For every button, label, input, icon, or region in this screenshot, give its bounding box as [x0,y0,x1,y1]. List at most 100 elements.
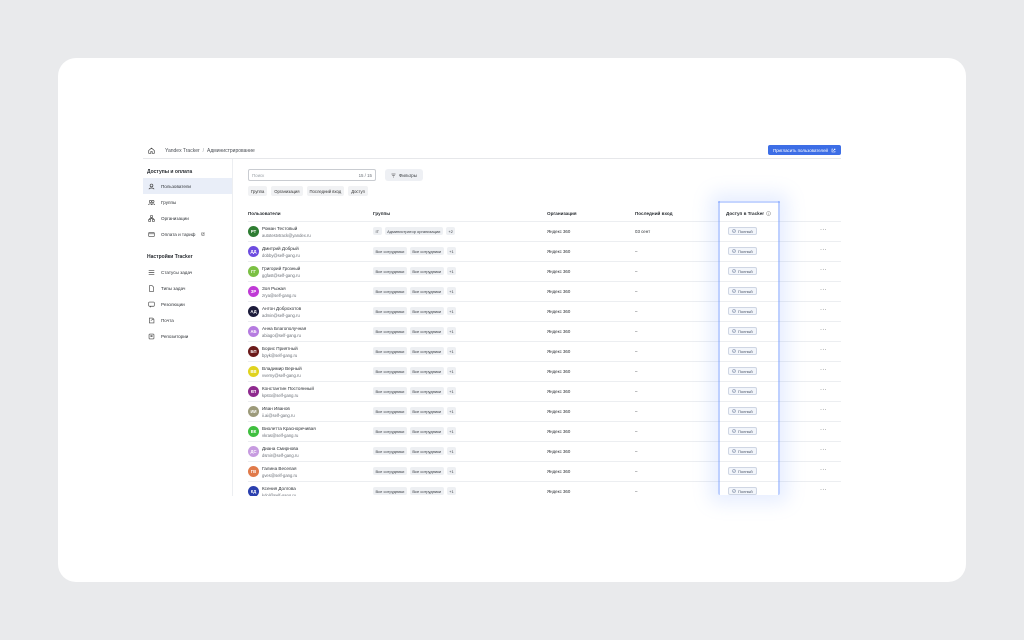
access-badge[interactable]: Полный [728,267,757,275]
group-tag[interactable]: Все сотрудники [373,287,407,295]
sidebar-item-repo[interactable]: Репозитории [143,328,232,344]
table-row[interactable]: ИИ Иван Иванов ii.ai@self-gang.ru Все сотру… [248,401,841,421]
group-tag[interactable]: +1 [446,327,457,335]
more-actions-icon[interactable]: ··· [820,407,827,413]
table-row[interactable]: ГГ Григорий Грозный ggfast@self-gang.ru Все… [248,261,841,281]
group-tag[interactable]: Все сотрудники [409,367,444,375]
user-name[interactable]: Константин Постоянный [262,386,314,391]
filter-chip[interactable]: Последний вход [306,186,345,196]
group-tag[interactable]: Все сотрудники [373,427,407,435]
table-row[interactable]: ВК Виолетта Красноречивая vkras@self-gang.… [248,421,841,441]
access-badge[interactable]: Полный [728,287,757,295]
group-tag[interactable]: Все сотрудники [373,347,407,355]
table-row[interactable]: АБ Анна Благополучная abiago@self-gang.ru В… [248,321,841,341]
group-tag[interactable]: +1 [446,427,457,435]
group-tag[interactable]: Все сотрудники [373,387,407,395]
table-row[interactable]: ГВ Галина Веселая gves@self-gang.ru Все сот… [248,461,841,481]
group-tag[interactable]: Все сотрудники [373,447,407,455]
access-badge[interactable]: Полный [728,447,757,455]
group-tag[interactable]: +1 [446,267,457,275]
user-name[interactable]: Роман Тестовый [262,226,297,231]
group-tag[interactable]: +1 [446,247,457,255]
group-tag[interactable]: Все сотрудники [409,267,444,275]
user-name[interactable]: Виолетта Красноречивая [262,426,316,431]
header-users[interactable]: Пользователи [248,211,281,216]
sidebar-item-flag[interactable]: Резолюции [143,296,232,312]
access-badge[interactable]: Полный [728,247,757,255]
group-tag[interactable]: Все сотрудники [409,387,444,395]
user-name[interactable]: Григорий Грозный [262,266,300,271]
table-row[interactable]: КД Ксения Долгова kdol@self-gang.ru Все сот… [248,481,841,496]
table-row[interactable]: БП Борис Приятный bpyk@self-gang.ru Все сот… [248,341,841,361]
access-badge[interactable]: Полный [728,327,757,335]
table-row[interactable]: ДД Дмитрий Добрый dobby@self-gang.ru Все со… [248,241,841,261]
table-row[interactable]: КП Константин Постоянный kpsto@self-gang.r… [248,381,841,401]
group-tag[interactable]: Все сотрудники [409,287,444,295]
user-name[interactable]: Диана Смирнова [262,446,298,451]
header-groups[interactable]: Группы [373,211,390,216]
group-tag[interactable]: +2 [445,227,456,235]
more-actions-icon[interactable]: ··· [820,367,827,373]
access-badge[interactable]: Полный [728,387,757,395]
more-actions-icon[interactable]: ··· [820,287,827,293]
user-name[interactable]: Антон Доброхотов [262,306,301,311]
table-row[interactable]: ВВ Владимир Верный vverny@self-gang.ru Все … [248,361,841,381]
group-tag[interactable]: Все сотрудники [373,327,407,335]
sidebar-item-user[interactable]: Пользователи [143,178,232,194]
group-tag[interactable]: Все сотрудники [373,367,407,375]
access-badge[interactable]: Полный [728,367,757,375]
group-tag[interactable]: Все сотрудники [409,467,444,475]
sidebar-item-mail[interactable]: Почта [143,312,232,328]
group-tag[interactable]: IT [373,227,382,235]
access-badge[interactable]: Полный [728,347,757,355]
group-tag[interactable]: +1 [446,447,457,455]
filter-chip[interactable]: Группа [248,186,268,196]
table-row[interactable]: АД Антон Доброхотов admin@self-gang.ru Все … [248,301,841,321]
more-actions-icon[interactable]: ··· [820,227,827,233]
more-actions-icon[interactable]: ··· [820,247,827,253]
group-tag[interactable]: Все сотрудники [409,327,444,335]
breadcrumb-app[interactable]: Yandex Tracker [165,148,200,154]
search-input[interactable]: Поиск 15 / 15 [248,169,376,181]
access-badge[interactable]: Полный [728,307,757,315]
header-last-login[interactable]: Последний вход [635,211,673,216]
user-name[interactable]: Зоя Рыжая [262,286,286,291]
info-icon[interactable] [766,211,771,216]
sidebar-item-org[interactable]: Организации [143,210,232,226]
group-tag[interactable]: +1 [446,407,457,415]
more-actions-icon[interactable]: ··· [820,327,827,333]
filter-chip[interactable]: Доступ [348,186,368,196]
filters-button[interactable]: Фильтры [385,169,423,181]
table-row[interactable]: ЗР Зоя Рыжая zrya@self-gang.ru Все сотрудни… [248,281,841,301]
more-actions-icon[interactable]: ··· [820,267,827,273]
group-tag[interactable]: Администратор организации [384,227,443,235]
group-tag[interactable]: Все сотрудники [373,467,407,475]
access-badge[interactable]: Полный [728,487,757,495]
table-row[interactable]: РТ Роман Тестовый autotestvtrack@yandex.ru… [248,221,841,241]
user-name[interactable]: Анна Благополучная [262,326,306,331]
group-tag[interactable]: +1 [446,347,457,355]
user-name[interactable]: Ксения Долгова [262,486,296,491]
more-actions-icon[interactable]: ··· [820,427,827,433]
group-tag[interactable]: Все сотрудники [409,427,444,435]
more-actions-icon[interactable]: ··· [820,307,827,313]
group-tag[interactable]: Все сотрудники [409,487,444,495]
group-tag[interactable]: Все сотрудники [373,267,407,275]
group-tag[interactable]: Все сотрудники [409,247,444,255]
group-tag[interactable]: +1 [446,287,457,295]
table-row[interactable]: ДС Диана Смирнова dsmir@self-gang.ru Все со… [248,441,841,461]
access-badge[interactable]: Полный [728,467,757,475]
home-icon[interactable] [145,145,157,157]
user-name[interactable]: Борис Приятный [262,346,298,351]
more-actions-icon[interactable]: ··· [820,447,827,453]
sidebar-item-status[interactable]: Статусы задач [143,264,232,280]
invite-users-button[interactable]: Пригласить пользователей [767,145,841,155]
access-badge[interactable]: Полный [728,407,757,415]
more-actions-icon[interactable]: ··· [820,347,827,353]
more-actions-icon[interactable]: ··· [820,387,827,393]
group-tag[interactable]: +1 [446,307,457,315]
header-access[interactable]: Доступ в Tracker [726,211,771,216]
group-tag[interactable]: Все сотрудники [373,407,407,415]
group-tag[interactable]: Все сотрудники [409,307,444,315]
filter-chip[interactable]: Организация [271,186,303,196]
